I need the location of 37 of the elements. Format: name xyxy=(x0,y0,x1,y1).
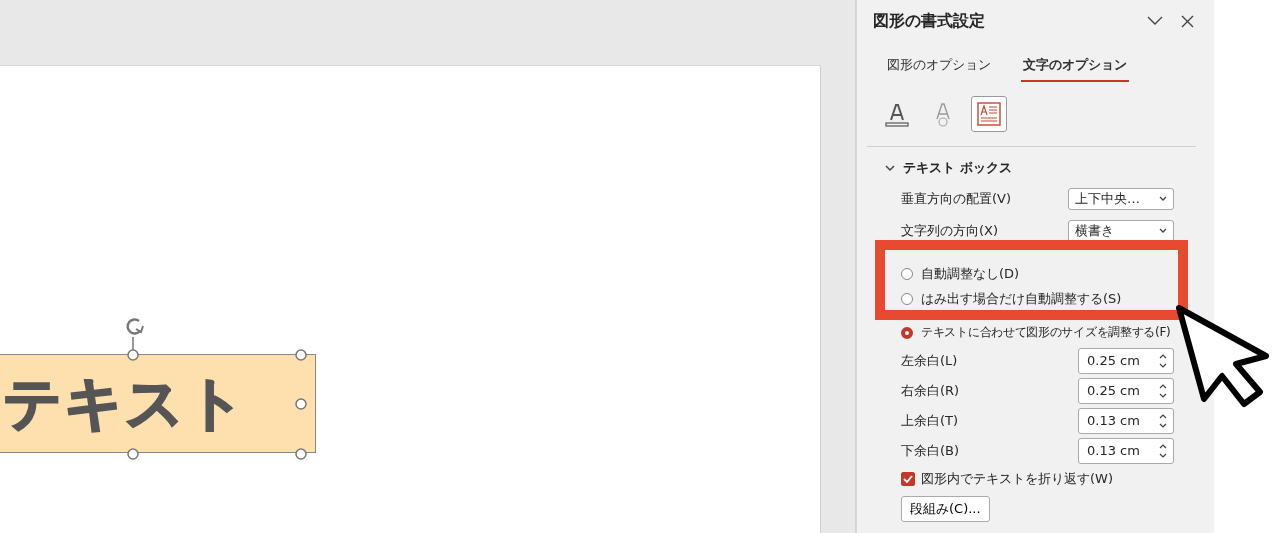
spin-field[interactable]: 0.25 cm xyxy=(1078,377,1174,404)
field-label: 左余白(L) xyxy=(901,351,958,370)
field-label: 下余白(B) xyxy=(901,441,960,460)
field-label: 右余白(R) xyxy=(901,381,960,400)
text-shape[interactable]: テキスト xyxy=(0,354,316,453)
collapse-icon[interactable] xyxy=(1147,16,1163,26)
chevron-icon xyxy=(1159,196,1167,202)
checkbox[interactable] xyxy=(901,471,915,486)
field-label: 上余白(T) xyxy=(901,411,959,430)
spinner-arrows-icon xyxy=(1159,352,1167,369)
checkbox-label: 図形内でテキストを折り返す(W) xyxy=(921,469,1113,488)
section-title: テキスト ボックス xyxy=(903,159,1012,177)
field-label: 垂直方向の配置(V) xyxy=(901,190,1012,208)
spin-field[interactable]: 0.13 cm xyxy=(1078,407,1174,434)
spinner-arrows-icon xyxy=(1159,412,1167,429)
option-label: はみ出す場合だけ自動調整する(S) xyxy=(921,290,1122,309)
tab[interactable]: 文字のオプション xyxy=(1021,56,1129,82)
chevron-icon xyxy=(1159,228,1167,234)
close-icon[interactable] xyxy=(1181,14,1194,28)
spin-field[interactable]: 0.13 cm xyxy=(1078,437,1174,464)
spinner-arrows-icon xyxy=(1159,442,1167,459)
spinner-arrows-icon xyxy=(1159,382,1167,399)
textbox-tab[interactable] xyxy=(971,96,1007,132)
dropdown[interactable]: 横書き xyxy=(1068,220,1174,242)
option-label: 自動調整なし(D) xyxy=(921,264,1020,283)
chevron-icon[interactable] xyxy=(885,163,895,173)
dropdown[interactable]: 上下中央… xyxy=(1068,188,1174,210)
panel-title: 図形の書式設定 xyxy=(873,10,986,32)
columns-button[interactable]: 段組み(C)... xyxy=(901,495,990,522)
textbox-icon xyxy=(976,101,1002,127)
radio-button[interactable] xyxy=(901,326,913,339)
radio-button[interactable] xyxy=(901,293,913,306)
radio-button[interactable] xyxy=(901,267,913,280)
spin-field[interactable]: 0.25 cm xyxy=(1078,347,1174,374)
field-label: 文字列の方向(X) xyxy=(901,222,999,240)
tab[interactable]: 図形のオプション xyxy=(885,56,993,82)
option-label: テキストに合わせて図形のサイズを調整する(F) xyxy=(921,324,1171,342)
